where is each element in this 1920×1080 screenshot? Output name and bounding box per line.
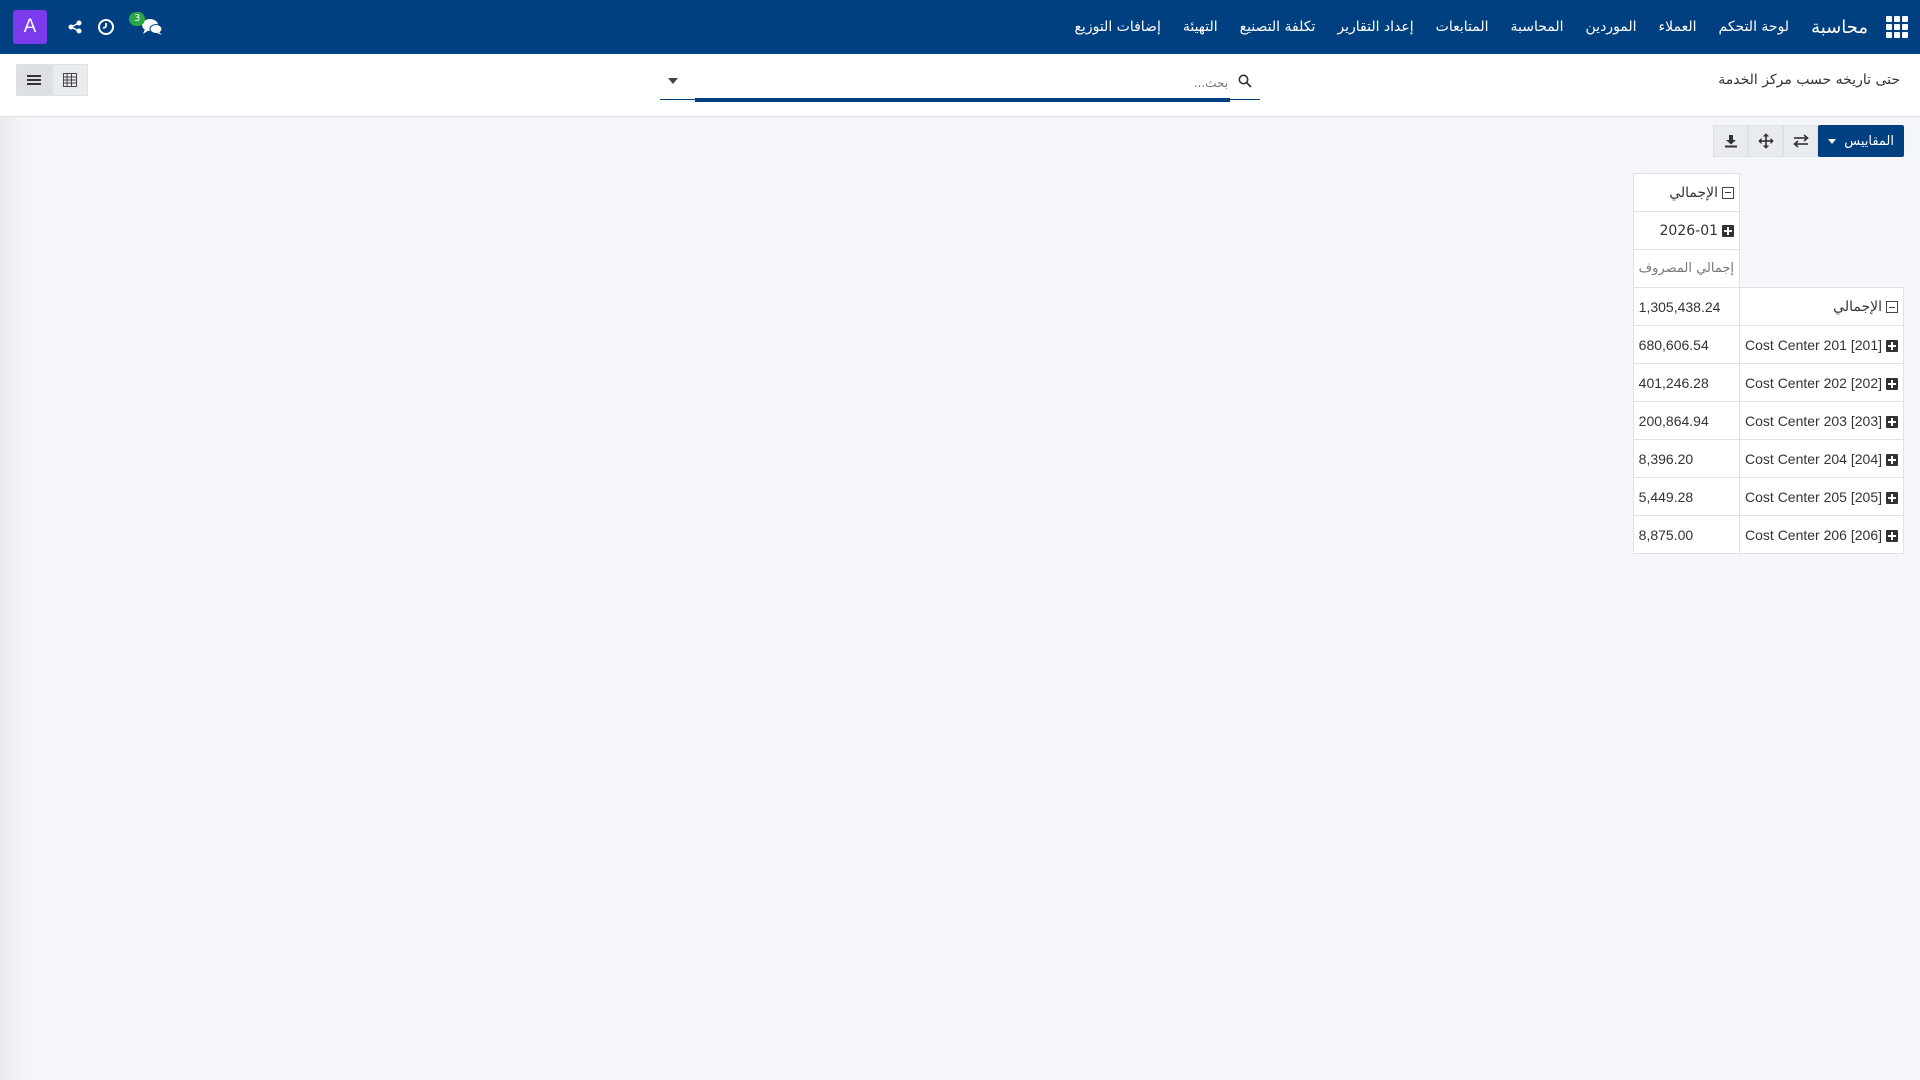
main-menu: محاسبة لوحة التحكم العملاء الموردين المح…	[1052, 0, 1908, 54]
collapse-icon	[1722, 186, 1735, 199]
row-header-total[interactable]: الإجمالي	[1739, 287, 1904, 326]
list-icon	[27, 75, 41, 85]
row-header-cost-center[interactable]: [206] Cost Center 206	[1739, 515, 1904, 554]
expand-arrows-icon	[1758, 133, 1774, 149]
measures-dropdown-button[interactable]: المقاييس	[1818, 125, 1904, 157]
table-row: [202] Cost Center 202 401,246.28	[1632, 363, 1904, 402]
chat-icon[interactable]: 3	[129, 12, 163, 36]
systray: A 3	[13, 0, 177, 54]
collapse-icon	[1886, 301, 1898, 314]
menu-item-vendors[interactable]: الموردين	[1586, 19, 1637, 35]
table-icon	[63, 73, 77, 87]
table-row: [204] Cost Center 204 8,396.20	[1632, 439, 1904, 478]
table-row: [203] Cost Center 203 200,864.94	[1632, 401, 1904, 440]
search-input[interactable]	[695, 72, 1230, 94]
value-cell[interactable]: 200,864.94	[1632, 401, 1741, 440]
clock-icon[interactable]	[97, 18, 115, 36]
side-shade	[0, 117, 28, 1080]
menu-item-distribution-addons[interactable]: إضافات التوزيع	[1074, 19, 1160, 35]
menu-item-manufacturing-cost[interactable]: تكلفة التصنيع	[1240, 19, 1316, 35]
row-header-cost-center[interactable]: [201] Cost Center 201	[1739, 325, 1904, 364]
list-view-button[interactable]	[16, 64, 52, 96]
app-brand[interactable]: محاسبة	[1811, 17, 1868, 38]
expand-icon	[1886, 415, 1898, 428]
menu-item-configuration[interactable]: التهيئة	[1183, 19, 1218, 35]
value-cell[interactable]: 8,875.00	[1632, 515, 1741, 554]
expand-all-button[interactable]	[1748, 125, 1784, 157]
pivot-toolbar: المقاييس	[1713, 125, 1904, 157]
row-header-cost-center[interactable]: [204] Cost Center 204	[1739, 439, 1904, 478]
apps-grid-icon[interactable]	[1886, 16, 1908, 38]
expand-icon	[1886, 339, 1898, 352]
view-switcher	[16, 64, 88, 96]
user-avatar[interactable]: A	[13, 10, 47, 44]
row-header-cost-center[interactable]: [205] Cost Center 205	[1739, 477, 1904, 516]
menu-item-accounting[interactable]: المحاسبة	[1511, 19, 1564, 35]
chat-count-badge: 3	[129, 12, 146, 26]
value-cell[interactable]: 8,396.20	[1632, 439, 1741, 478]
value-cell[interactable]: 401,246.28	[1632, 363, 1741, 402]
expand-icon	[1722, 224, 1735, 237]
flip-axis-icon	[1793, 134, 1809, 148]
share-icon[interactable]	[67, 19, 83, 35]
row-header-cost-center[interactable]: [203] Cost Center 203	[1739, 401, 1904, 440]
menu-item-customers[interactable]: العملاء	[1659, 19, 1697, 35]
top-navbar: محاسبة لوحة التحكم العملاء الموردين المح…	[0, 0, 1920, 54]
measure-header: إجمالي المصروف	[1632, 249, 1741, 288]
expand-icon	[1886, 491, 1898, 504]
search-bar	[660, 64, 1260, 102]
flip-axis-button[interactable]	[1783, 125, 1819, 157]
measures-label: المقاييس	[1844, 133, 1894, 149]
search-focus-bar	[695, 98, 1230, 102]
caret-down-icon	[1828, 138, 1837, 144]
table-row: [205] Cost Center 205 5,449.28	[1632, 477, 1904, 516]
expand-icon	[1886, 377, 1898, 390]
col-header-total[interactable]: الإجمالي	[1632, 173, 1741, 212]
search-options-dropdown-icon[interactable]	[668, 78, 678, 84]
pivot-table: الإجمالي 2026-01 إجمالي المصروف الإجمالي…	[1632, 173, 1904, 554]
menu-item-reporting[interactable]: إعداد التقارير	[1337, 19, 1413, 35]
table-row: [206] Cost Center 206 8,875.00	[1632, 515, 1904, 554]
value-cell[interactable]: 680,606.54	[1632, 325, 1741, 364]
control-panel: حتى تاريخه حسب مركز الخدمة	[0, 54, 1920, 117]
col-header-period[interactable]: 2026-01	[1632, 211, 1741, 250]
value-cell[interactable]: 5,449.28	[1632, 477, 1741, 516]
download-icon	[1724, 135, 1737, 148]
download-button[interactable]	[1713, 125, 1749, 157]
expand-icon	[1886, 453, 1898, 466]
menu-item-followups[interactable]: المتابعات	[1436, 19, 1489, 35]
total-value-cell[interactable]: 1,305,438.24	[1632, 287, 1741, 326]
menu-item-dashboard[interactable]: لوحة التحكم	[1719, 19, 1790, 35]
breadcrumb: حتى تاريخه حسب مركز الخدمة	[1718, 72, 1900, 88]
pivot-view-button[interactable]	[52, 64, 88, 96]
expand-icon	[1886, 529, 1898, 542]
row-header-cost-center[interactable]: [202] Cost Center 202	[1739, 363, 1904, 402]
search-icon[interactable]	[1238, 73, 1252, 92]
table-row: [201] Cost Center 201 680,606.54	[1632, 325, 1904, 364]
